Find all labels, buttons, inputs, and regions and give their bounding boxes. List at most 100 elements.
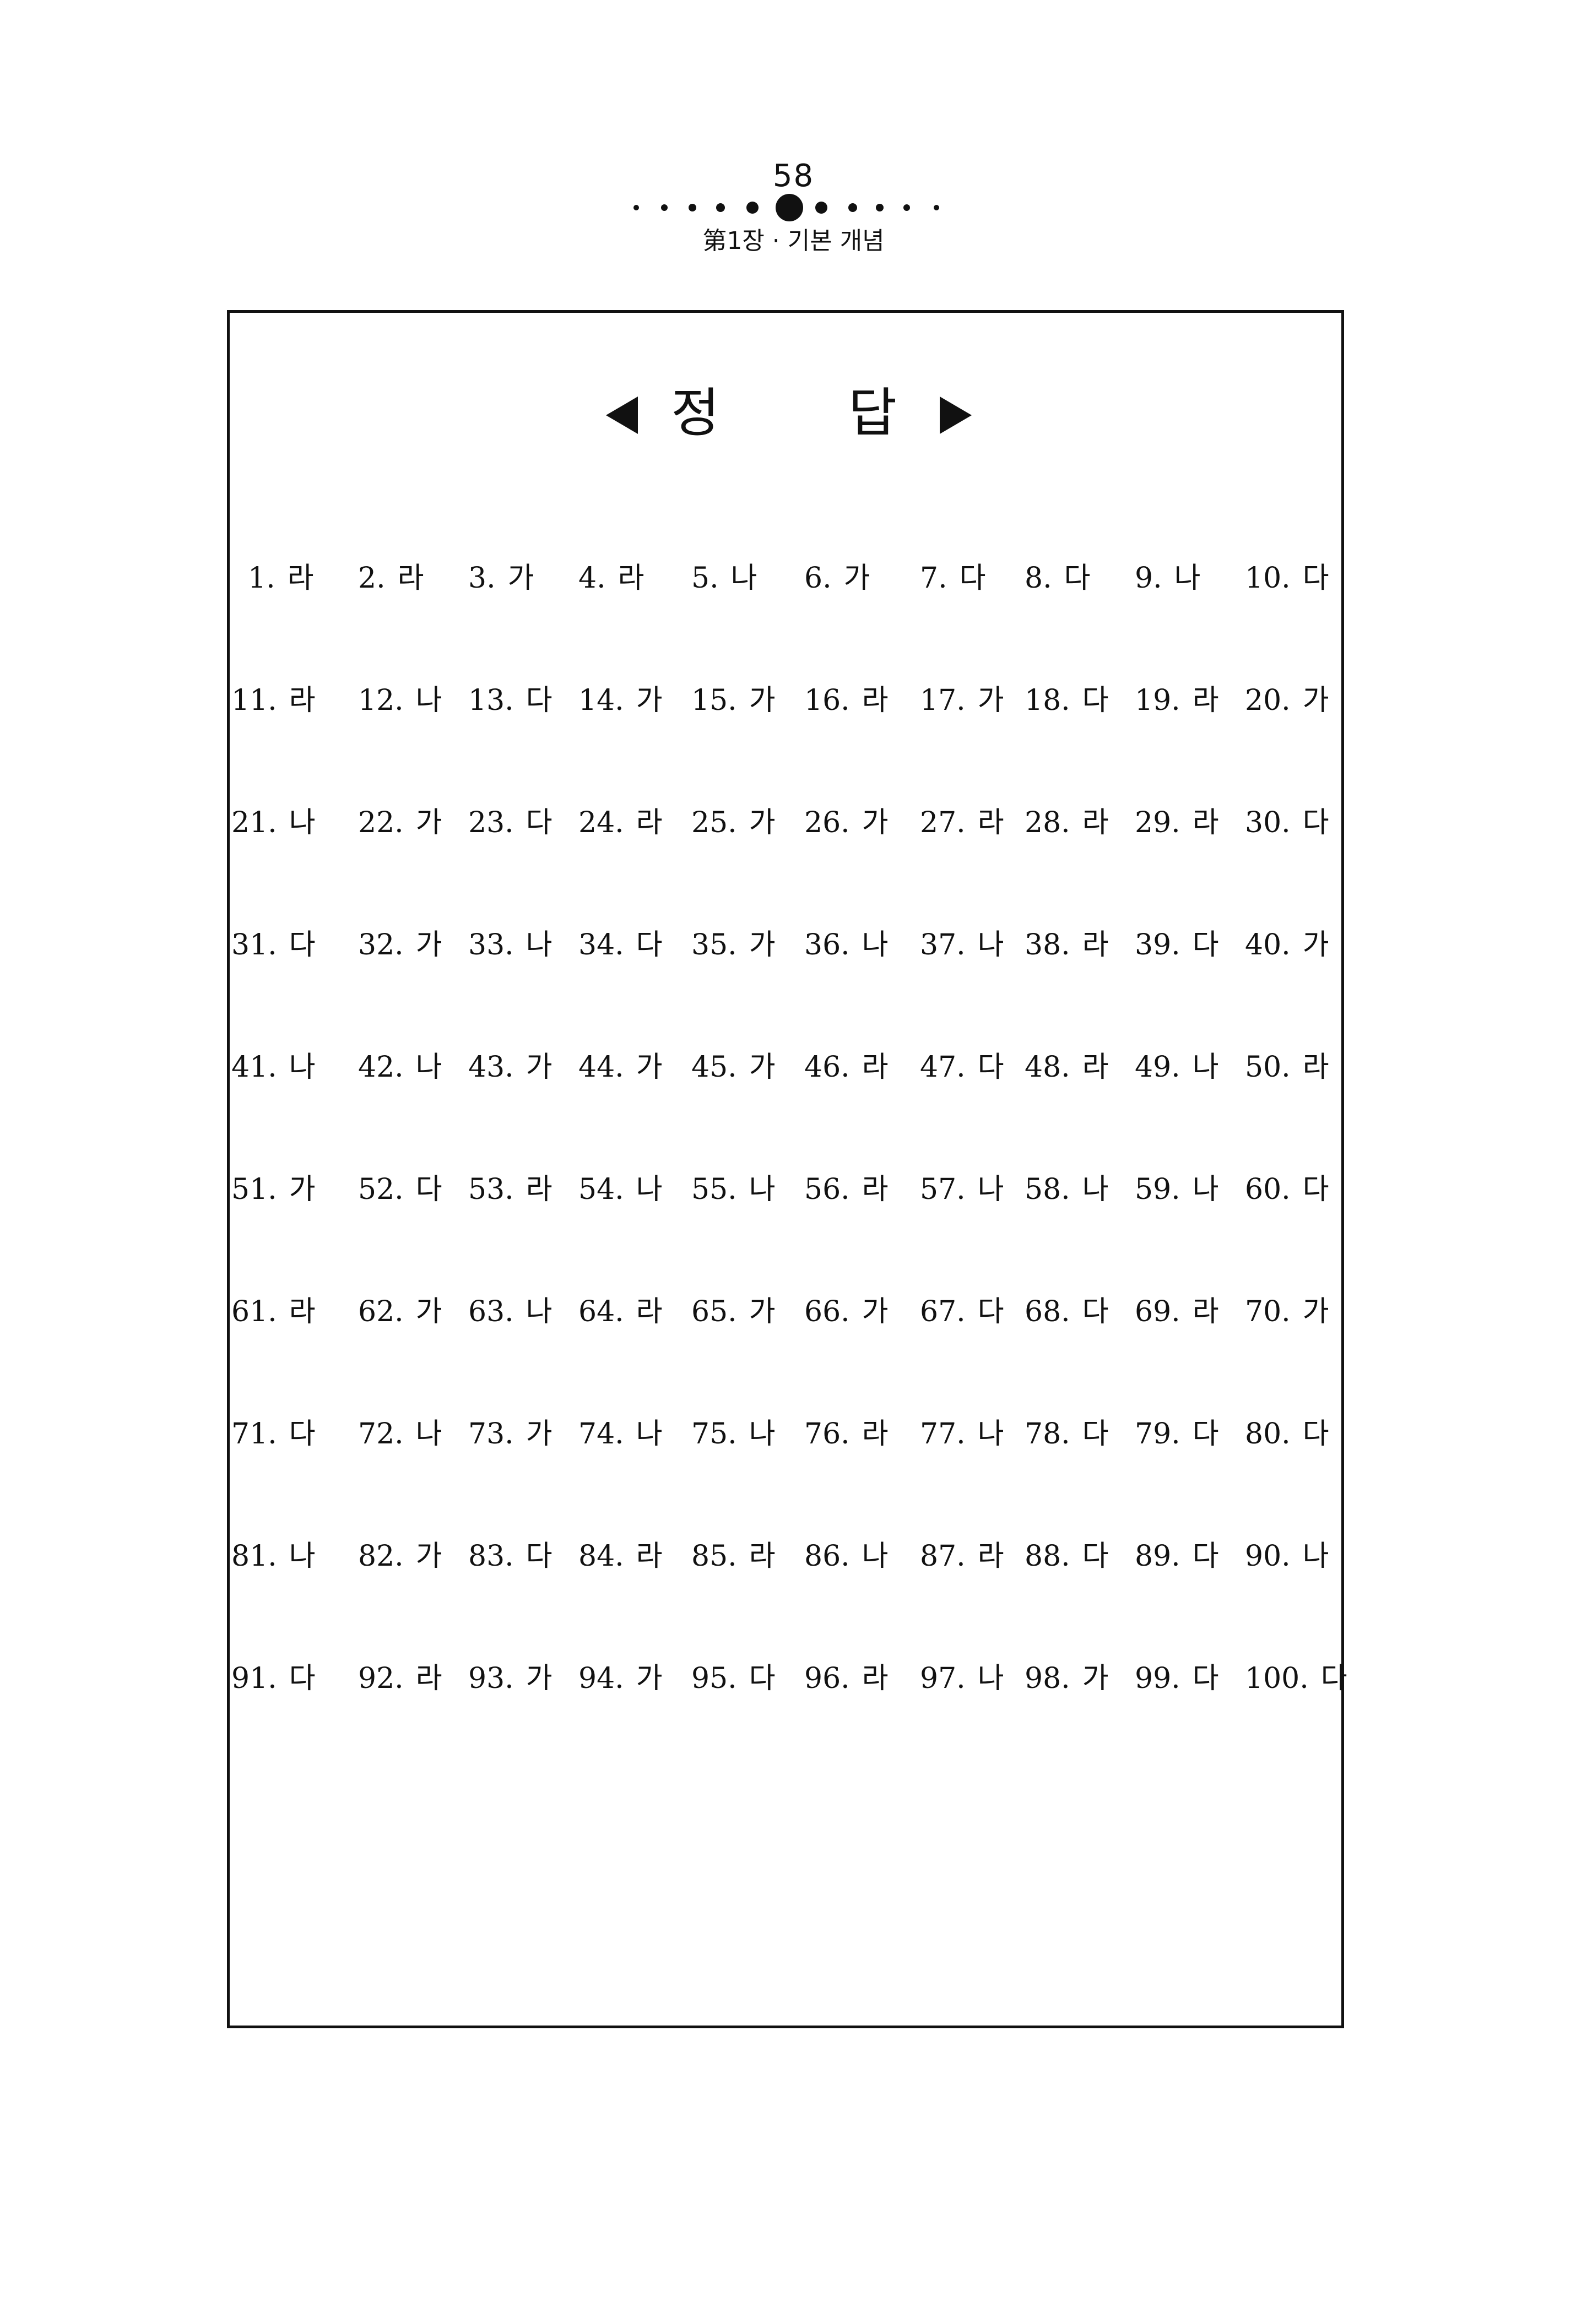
answer-choice: 가 [749, 1295, 776, 1328]
answer-choice: 나 [415, 1418, 442, 1451]
answer-number: 57. [920, 1173, 966, 1206]
answer-number: 28. [1025, 806, 1070, 839]
answer-item: 12. 나 [358, 678, 442, 723]
answer-number: 51. [231, 1173, 277, 1206]
answer-choice: 나 [977, 1418, 1004, 1451]
answer-choice: 라 [1082, 1051, 1109, 1084]
answer-choice: 다 [1192, 1540, 1219, 1573]
answer-item: 67. 다 [920, 1290, 1004, 1334]
answer-choice: 나 [415, 1051, 442, 1084]
answer-choice: 라 [862, 1051, 889, 1084]
answer-row: 31. 다 32. 가 33. 나 34. 다 35. 가 36. 나 37. 나 38. 라 39. 다 40. 가 [231, 923, 1339, 1045]
answer-number: 53. [468, 1173, 514, 1206]
answer-choice: 가 [415, 1540, 442, 1573]
answer-item: 34. 다 [578, 923, 663, 967]
answer-number: 6. [804, 562, 832, 595]
answer-choice: 가 [415, 928, 442, 962]
answer-choice: 나 [730, 562, 757, 595]
answer-item: 51. 가 [231, 1168, 316, 1212]
answer-item: 77. 나 [920, 1412, 1004, 1456]
answer-choice: 다 [1192, 928, 1219, 962]
answer-item: 45. 가 [691, 1045, 776, 1089]
answer-choice: 가 [1302, 684, 1329, 717]
answer-item: 11. 라 [231, 678, 316, 723]
answer-number: 2. [358, 562, 386, 595]
answer-item: 4. 라 [578, 556, 644, 600]
answer-row: 61. 라 62. 가 63. 나 64. 라 65. 가 66. 가 67. 다 68. 다 69. 라 70. 가 [231, 1290, 1339, 1412]
answer-choice: 가 [1302, 928, 1329, 962]
right-triangle-icon [940, 397, 972, 434]
answer-number: 31. [231, 928, 277, 962]
answer-choice: 다 [1302, 562, 1329, 595]
answer-number: 93. [468, 1662, 514, 1695]
answer-choice: 가 [526, 1662, 553, 1695]
answer-number: 97. [920, 1662, 966, 1695]
answer-item: 6. 가 [804, 556, 870, 600]
answer-item: 36. 나 [804, 923, 889, 967]
answer-item: 40. 가 [1245, 923, 1329, 967]
answer-item: 65. 가 [691, 1290, 776, 1334]
dot-icon [903, 204, 910, 211]
answer-number: 1. [248, 562, 275, 595]
answer-choice: 다 [1320, 1662, 1347, 1695]
answer-number: 73. [468, 1418, 514, 1451]
answer-item: 74. 나 [578, 1412, 663, 1456]
answer-number: 47. [920, 1051, 966, 1084]
answer-number: 56. [804, 1173, 850, 1206]
answer-choice: 가 [526, 1051, 553, 1084]
answer-choice: 가 [636, 1662, 663, 1695]
answer-choice: 나 [415, 684, 442, 717]
answer-choice: 가 [977, 684, 1004, 717]
answer-item: 46. 라 [804, 1045, 889, 1089]
answer-item: 38. 라 [1025, 923, 1109, 967]
answer-number: 9. [1135, 562, 1162, 595]
answer-number: 84. [578, 1540, 624, 1573]
answer-item: 33. 나 [468, 923, 553, 967]
answer-item: 5. 나 [691, 556, 757, 600]
answer-item: 82. 가 [358, 1534, 442, 1578]
answer-choice: 라 [977, 1540, 1004, 1573]
answer-choice: 다 [636, 928, 663, 962]
answer-number: 35. [691, 928, 737, 962]
answer-number: 65. [691, 1295, 737, 1328]
answer-choice: 다 [959, 562, 986, 595]
answer-item: 58. 나 [1025, 1168, 1109, 1212]
dot-icon [934, 205, 939, 210]
answer-number: 80. [1245, 1418, 1291, 1451]
answer-number: 8. [1025, 562, 1052, 595]
answer-choice: 라 [1082, 928, 1109, 962]
heading-char-second: 답 [848, 382, 897, 444]
answer-item: 7. 다 [920, 556, 985, 600]
answer-choice: 라 [397, 562, 424, 595]
answer-number: 91. [231, 1662, 277, 1695]
answer-number: 54. [578, 1173, 624, 1206]
answer-choice: 라 [1302, 1051, 1329, 1084]
answer-item: 41. 나 [231, 1045, 316, 1089]
answer-number: 29. [1135, 806, 1180, 839]
answer-number: 16. [804, 684, 850, 717]
answer-choice: 가 [749, 684, 776, 717]
answer-item: 73. 가 [468, 1412, 553, 1456]
answer-item: 35. 가 [691, 923, 776, 967]
answer-item: 80. 다 [1245, 1412, 1329, 1456]
answer-number: 98. [1025, 1662, 1070, 1695]
answer-item: 39. 다 [1135, 923, 1219, 967]
answer-number: 42. [358, 1051, 404, 1084]
answer-choice: 가 [636, 684, 663, 717]
answer-number: 38. [1025, 928, 1070, 962]
answer-number: 58. [1025, 1173, 1070, 1206]
dot-icon [746, 202, 759, 214]
answer-item: 48. 라 [1025, 1045, 1109, 1089]
answer-number: 64. [578, 1295, 624, 1328]
answer-number: 77. [920, 1418, 966, 1451]
answer-choice: 나 [289, 1540, 316, 1573]
answer-choice: 다 [1064, 562, 1091, 595]
answer-row: 1. 라 2. 라 3. 가 4. 라 5. 나 6. 가 7. 다 8. 다 9. 나 10. 다 [231, 556, 1339, 678]
answer-number: 50. [1245, 1051, 1291, 1084]
answer-item: 54. 나 [578, 1168, 663, 1212]
answer-choice: 라 [862, 1173, 889, 1206]
answer-choice: 라 [862, 684, 889, 717]
answer-number: 76. [804, 1418, 850, 1451]
answer-number: 25. [691, 806, 737, 839]
answer-item: 93. 가 [468, 1657, 553, 1701]
